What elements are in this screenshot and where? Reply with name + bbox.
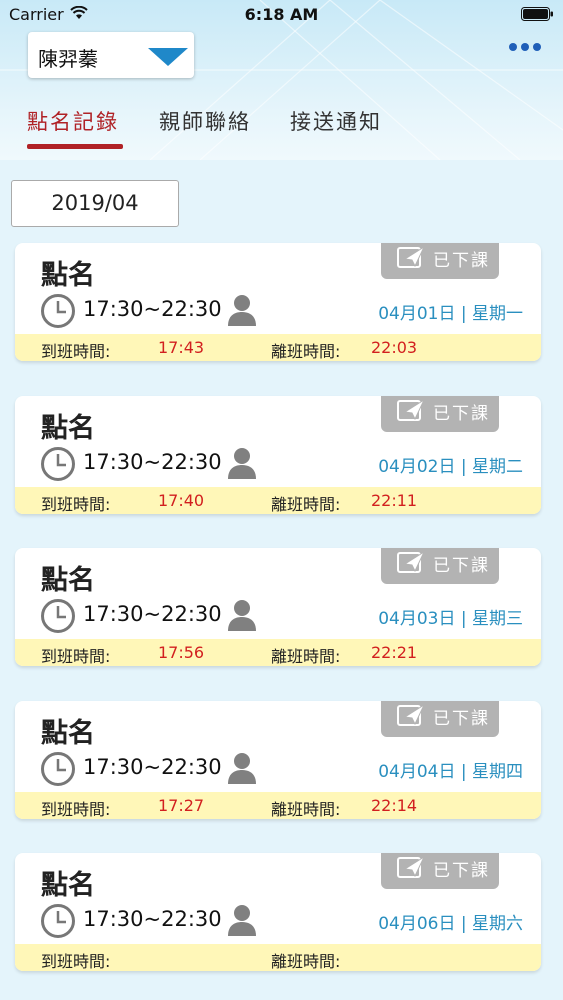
record-date: 04月04日 | 星期四	[378, 762, 523, 782]
tab-active-indicator	[27, 144, 123, 149]
arrive-time: 17:27	[158, 796, 205, 815]
leave-label: 離班時間:	[271, 647, 341, 666]
dismissed-badge: 已下課	[381, 396, 499, 432]
class-time-range: 17:30~22:30	[83, 450, 222, 474]
record-date: 04月02日 | 星期二	[378, 457, 523, 477]
dismissed-badge: 已下課	[381, 548, 499, 584]
arrive-time: 17:56	[158, 643, 205, 662]
arrive-label: 到班時間:	[41, 952, 111, 971]
card-title: 點名	[41, 870, 95, 901]
badge-label: 已下課	[433, 861, 490, 881]
more-menu-button[interactable]	[509, 43, 541, 51]
leave-label: 離班時間:	[271, 495, 341, 514]
month-filter[interactable]: 2019/04	[11, 180, 179, 227]
person-icon	[228, 295, 256, 326]
time-bar: 到班時間: 17:43 離班時間: 22:03	[15, 334, 541, 361]
card-title: 點名	[41, 565, 95, 596]
battery-icon	[521, 7, 553, 21]
class-time-range: 17:30~22:30	[83, 602, 222, 626]
class-time-range: 17:30~22:30	[83, 755, 222, 779]
time-bar: 到班時間: 17:56 離班時間: 22:21	[15, 639, 541, 666]
dot-icon	[509, 43, 517, 51]
attendance-card[interactable]: 點名 已下課 17:30~22:30 04月04日 | 星期四 到班時間: 17…	[15, 701, 541, 819]
paper-plane-icon	[397, 550, 425, 573]
dismissed-badge: 已下課	[381, 701, 499, 737]
dismissed-badge: 已下課	[381, 243, 499, 279]
leave-label: 離班時間:	[271, 342, 341, 361]
card-title: 點名	[41, 413, 95, 444]
paper-plane-icon	[397, 245, 425, 268]
student-selector[interactable]: 陳羿蓁	[28, 32, 194, 78]
tab-parent-teacher[interactable]: 親師聯絡	[159, 106, 251, 136]
attendance-card[interactable]: 點名 已下課 17:30~22:30 04月03日 | 星期三 到班時間: 17…	[15, 548, 541, 666]
time-bar: 到班時間: 離班時間:	[15, 944, 541, 971]
attendance-card[interactable]: 點名 已下課 17:30~22:30 04月06日 | 星期六 到班時間: 離班…	[15, 853, 541, 971]
tab-pickup[interactable]: 接送通知	[290, 106, 382, 136]
leave-time: 22:21	[371, 643, 418, 662]
tab-attendance[interactable]: 點名記錄	[27, 106, 119, 136]
status-time: 6:18 AM	[244, 5, 319, 24]
dismissed-badge: 已下課	[381, 853, 499, 889]
attendance-card[interactable]: 點名 已下課 17:30~22:30 04月01日 | 星期一 到班時間: 17…	[15, 243, 541, 361]
leave-time: 22:14	[371, 796, 418, 815]
dot-icon	[533, 43, 541, 51]
arrive-label: 到班時間:	[41, 800, 111, 819]
leave-time: 22:11	[371, 491, 418, 510]
person-icon	[228, 905, 256, 936]
tab-bar: 點名記錄 親師聯絡 接送通知	[0, 100, 563, 152]
arrive-label: 到班時間:	[41, 495, 111, 514]
attendance-card[interactable]: 點名 已下課 17:30~22:30 04月02日 | 星期二 到班時間: 17…	[15, 396, 541, 514]
person-icon	[228, 753, 256, 784]
clock-icon	[41, 752, 75, 786]
paper-plane-icon	[397, 855, 425, 878]
badge-label: 已下課	[433, 709, 490, 729]
dot-icon	[521, 43, 529, 51]
person-icon	[228, 600, 256, 631]
record-date: 04月06日 | 星期六	[378, 914, 523, 934]
leave-label: 離班時間:	[271, 952, 341, 971]
leave-label: 離班時間:	[271, 800, 341, 819]
app-header: Carrier 6:18 AM 陳羿蓁 點名記錄 親師聯絡 接送通知	[0, 0, 563, 160]
leave-time: 22:03	[371, 338, 418, 357]
record-date: 04月03日 | 星期三	[378, 609, 523, 629]
status-bar: Carrier 6:18 AM	[0, 0, 563, 30]
clock-icon	[41, 904, 75, 938]
clock-icon	[41, 447, 75, 481]
time-bar: 到班時間: 17:27 離班時間: 22:14	[15, 792, 541, 819]
badge-label: 已下課	[433, 251, 490, 271]
person-icon	[228, 448, 256, 479]
dropdown-triangle-icon	[148, 48, 188, 66]
arrive-label: 到班時間:	[41, 647, 111, 666]
card-title: 點名	[41, 718, 95, 749]
card-title: 點名	[41, 260, 95, 291]
paper-plane-icon	[397, 703, 425, 726]
time-bar: 到班時間: 17:40 離班時間: 22:11	[15, 487, 541, 514]
clock-icon	[41, 294, 75, 328]
badge-label: 已下課	[433, 404, 490, 424]
badge-label: 已下課	[433, 556, 490, 576]
record-date: 04月01日 | 星期一	[378, 304, 523, 324]
arrive-time: 17:43	[158, 338, 205, 357]
class-time-range: 17:30~22:30	[83, 297, 222, 321]
arrive-label: 到班時間:	[41, 342, 111, 361]
student-name: 陳羿蓁	[38, 47, 98, 71]
arrive-time: 17:40	[158, 491, 205, 510]
class-time-range: 17:30~22:30	[83, 907, 222, 931]
paper-plane-icon	[397, 398, 425, 421]
clock-icon	[41, 599, 75, 633]
